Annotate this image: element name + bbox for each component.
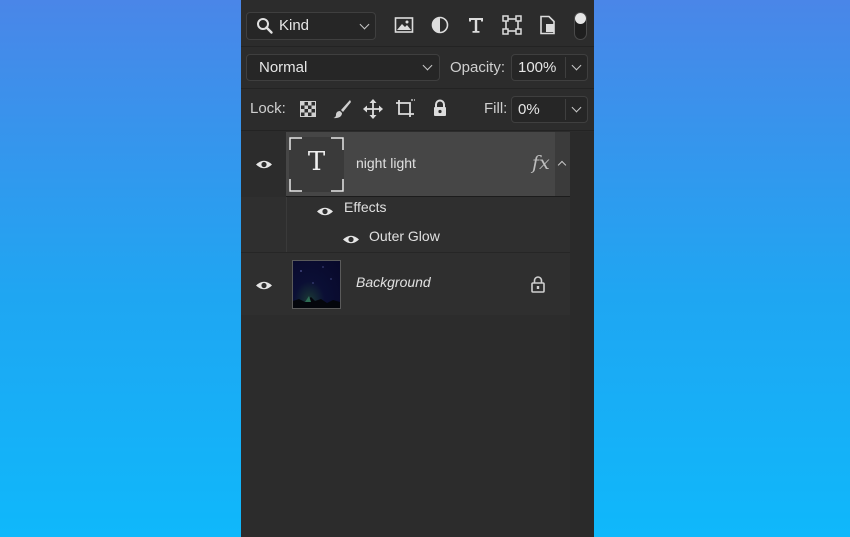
lock-label: Lock: xyxy=(250,100,286,117)
chevron-up-icon xyxy=(557,160,567,170)
filter-toggle[interactable] xyxy=(574,12,587,40)
fill-label: Fill: xyxy=(484,100,508,117)
text-layer-thumbnail: T xyxy=(289,137,344,192)
opacity-input[interactable]: 100% xyxy=(511,54,588,81)
text-layer-glyph: T xyxy=(307,147,326,177)
blend-mode-select[interactable]: Normal xyxy=(246,54,440,81)
lock-all-icon[interactable] xyxy=(432,99,448,117)
filter-toggle-knob xyxy=(575,13,586,24)
lock-image-pixels-icon[interactable] xyxy=(332,99,352,119)
opacity-dropdown-icon[interactable] xyxy=(571,60,582,71)
adjustment-filter-icon[interactable] xyxy=(431,16,449,34)
opacity-value: 100% xyxy=(518,59,557,76)
lock-transparent-pixels-icon[interactable] xyxy=(300,101,316,117)
divider xyxy=(565,57,566,78)
fill-dropdown-icon[interactable] xyxy=(571,102,582,113)
layer-locked-icon xyxy=(531,276,545,293)
scrollbar-track[interactable] xyxy=(570,132,594,537)
type-filter-icon[interactable] xyxy=(467,16,485,34)
divider xyxy=(241,88,594,89)
image-filter-icon[interactable] xyxy=(394,16,414,34)
lock-position-icon[interactable] xyxy=(363,99,383,119)
filter-kind-select[interactable]: Kind xyxy=(246,12,376,40)
divider xyxy=(241,130,594,131)
fill-value: 0% xyxy=(518,101,540,118)
fx-icon[interactable]: fx xyxy=(532,152,550,174)
layer-row-background[interactable]: Background xyxy=(241,253,570,315)
layers-panel: Kind Normal Opacity: 100% Lock: Fill: 0%… xyxy=(241,0,594,537)
chevron-down-icon xyxy=(359,19,370,30)
background-layer-thumbnail xyxy=(292,260,341,309)
fill-input[interactable]: 0% xyxy=(511,96,588,123)
filter-kind-label: Kind xyxy=(279,17,310,34)
night-sky-image xyxy=(293,266,340,308)
layers-list: T night light fx Effects Outer Glow Back… xyxy=(241,132,594,537)
effects-group: Effects Outer Glow xyxy=(241,197,570,252)
effect-item-outer-glow[interactable]: Outer Glow xyxy=(287,225,570,252)
chevron-down-icon xyxy=(422,60,433,71)
visibility-eye-icon[interactable] xyxy=(255,159,273,170)
effects-visibility-eye-icon[interactable] xyxy=(316,206,334,217)
smart-object-filter-icon[interactable] xyxy=(539,15,557,35)
layer-row-night-light[interactable]: T night light fx xyxy=(241,132,570,197)
effects-row[interactable]: Effects xyxy=(287,197,570,224)
effect-name: Outer Glow xyxy=(369,228,440,244)
collapse-effects-toggle[interactable] xyxy=(555,132,570,196)
blend-mode-value: Normal xyxy=(259,59,308,76)
lock-artboard-icon[interactable] xyxy=(395,99,417,119)
visibility-eye-icon[interactable] xyxy=(255,280,273,291)
layer-name[interactable]: night light xyxy=(356,155,416,171)
layer-name[interactable]: Background xyxy=(356,274,431,290)
outer-glow-visibility-eye-icon[interactable] xyxy=(342,234,360,245)
effects-label: Effects xyxy=(344,199,387,215)
divider xyxy=(565,99,566,120)
divider xyxy=(241,46,594,47)
shape-filter-icon[interactable] xyxy=(502,15,522,35)
opacity-label: Opacity: xyxy=(450,59,506,76)
search-icon xyxy=(257,18,273,34)
